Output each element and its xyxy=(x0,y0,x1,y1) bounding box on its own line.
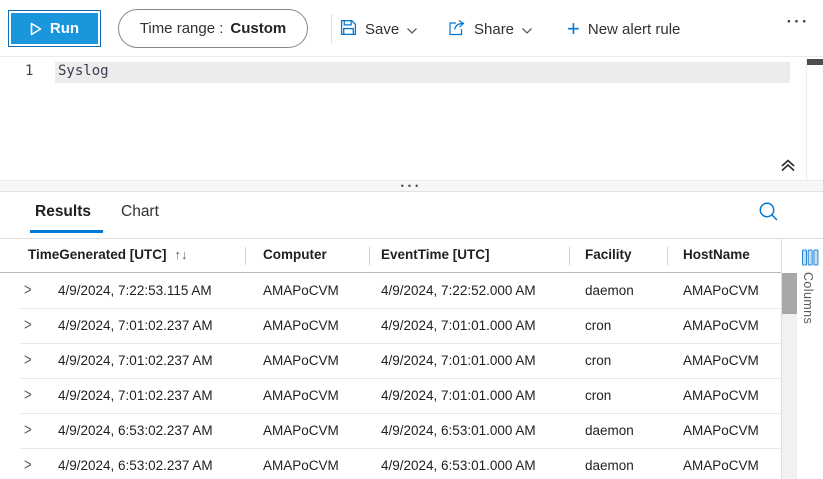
table-cell: AMAPoCVM xyxy=(263,423,339,438)
table-cell: AMAPoCVM xyxy=(683,318,759,333)
table-cell: daemon xyxy=(585,283,634,298)
table-cell: AMAPoCVM xyxy=(263,353,339,368)
column-header-computer[interactable]: Computer xyxy=(263,247,327,262)
new-alert-rule-label: New alert rule xyxy=(587,20,681,38)
table-cell: daemon xyxy=(585,458,634,473)
table-cell: 4/9/2024, 6:53:01.000 AM xyxy=(381,423,536,438)
table-scrollbar[interactable] xyxy=(782,273,797,479)
table-body: >4/9/2024, 7:22:53.115 AM AMAPoCVM 4/9/202… xyxy=(0,274,781,479)
plus-icon: + xyxy=(567,16,580,41)
column-divider xyxy=(245,247,246,265)
query-text[interactable]: Syslog xyxy=(58,63,109,79)
row-expander-icon[interactable]: > xyxy=(24,420,32,439)
column-header-hostname[interactable]: HostName xyxy=(683,247,750,262)
table-cell: AMAPoCVM xyxy=(263,283,339,298)
active-tab-indicator xyxy=(30,230,103,233)
share-button[interactable]: Share xyxy=(448,14,532,44)
row-expander-icon[interactable]: > xyxy=(24,315,32,334)
column-divider xyxy=(369,247,370,265)
table-cell: 4/9/2024, 7:01:01.000 AM xyxy=(381,318,536,333)
table-row[interactable]: >4/9/2024, 6:53:02.237 AM AMAPoCVM 4/9/202… xyxy=(20,414,781,449)
table-cell: 4/9/2024, 6:53:02.237 AM xyxy=(58,458,213,473)
chevron-down-icon xyxy=(522,21,532,38)
share-label: Share xyxy=(474,20,515,38)
column-header-eventtime[interactable]: EventTime [UTC] xyxy=(381,247,490,262)
time-range-picker[interactable]: Time range : Custom xyxy=(118,9,308,48)
resize-dots-icon: ••• xyxy=(400,181,423,191)
time-range-value: Custom xyxy=(230,20,287,37)
table-row[interactable]: >4/9/2024, 6:53:02.237 AM AMAPoCVM 4/9/202… xyxy=(20,449,781,479)
column-divider xyxy=(667,247,668,265)
table-cell: 4/9/2024, 7:22:53.115 AM xyxy=(58,283,212,298)
save-icon xyxy=(340,19,357,40)
table-cell: AMAPoCVM xyxy=(683,388,759,403)
run-button[interactable]: Run xyxy=(8,10,101,47)
table-scrollbar-thumb[interactable] xyxy=(782,273,797,314)
table-cell: 4/9/2024, 7:01:02.237 AM xyxy=(58,353,213,368)
table-row[interactable]: >4/9/2024, 7:01:02.237 AM AMAPoCVM 4/9/202… xyxy=(20,309,781,344)
column-divider xyxy=(569,247,570,265)
table-cell: AMAPoCVM xyxy=(683,458,759,473)
table-cell: 4/9/2024, 7:01:02.237 AM xyxy=(58,318,213,333)
table-cell: AMAPoCVM xyxy=(683,353,759,368)
column-header-facility[interactable]: Facility xyxy=(585,247,632,262)
table-row[interactable]: >4/9/2024, 7:01:02.237 AM AMAPoCVM 4/9/202… xyxy=(20,344,781,379)
tab-chart[interactable]: Chart xyxy=(121,203,159,221)
table-cell: 4/9/2024, 7:01:01.000 AM xyxy=(381,388,536,403)
columns-panel-label[interactable]: Columns xyxy=(801,272,815,324)
table-header-row: TimeGenerated [UTC] ↑↓ Computer EventTime… xyxy=(0,239,781,273)
table-row[interactable]: >4/9/2024, 7:01:02.237 AM AMAPoCVM 4/9/202… xyxy=(20,379,781,414)
table-row[interactable]: >4/9/2024, 7:22:53.115 AM AMAPoCVM 4/9/202… xyxy=(20,274,781,309)
collapse-editor-button[interactable] xyxy=(778,155,800,177)
new-alert-rule-button[interactable]: + New alert rule xyxy=(567,14,680,44)
row-expander-icon[interactable]: > xyxy=(24,455,32,474)
save-button[interactable]: Save xyxy=(340,14,418,44)
panel-resize-handle[interactable]: ••• xyxy=(0,180,823,192)
results-table: TimeGenerated [UTC] ↑↓ Computer EventTime… xyxy=(0,239,823,479)
table-cell: 4/9/2024, 7:22:52.000 AM xyxy=(381,283,536,298)
table-cell: 4/9/2024, 6:53:02.237 AM xyxy=(58,423,213,438)
time-range-label: Time range : xyxy=(139,20,224,37)
table-cell: daemon xyxy=(585,423,634,438)
column-header-timegenerated[interactable]: TimeGenerated [UTC] ↑↓ xyxy=(28,247,188,262)
table-cell: AMAPoCVM xyxy=(683,423,759,438)
table-cell: 4/9/2024, 6:53:01.000 AM xyxy=(381,458,536,473)
sort-icon: ↑↓ xyxy=(174,247,188,262)
table-cell: cron xyxy=(585,388,612,403)
table-cell: AMAPoCVM xyxy=(263,458,339,473)
line-number: 1 xyxy=(25,63,34,79)
columns-side-panel: Columns xyxy=(798,239,823,479)
search-icon[interactable] xyxy=(757,200,783,226)
table-cell: AMAPoCVM xyxy=(683,283,759,298)
play-icon xyxy=(30,22,42,36)
current-line-highlight xyxy=(55,62,790,83)
table-cell: cron xyxy=(585,353,612,368)
row-expander-icon[interactable]: > xyxy=(24,280,32,299)
editor-scrollbar[interactable] xyxy=(806,58,823,180)
table-cell: cron xyxy=(585,318,612,333)
table-cell: AMAPoCVM xyxy=(263,318,339,333)
row-expander-icon[interactable]: > xyxy=(24,350,32,369)
save-label: Save xyxy=(365,20,400,38)
table-cell: 4/9/2024, 7:01:02.237 AM xyxy=(58,388,213,403)
editor-scrollbar-thumb[interactable] xyxy=(807,59,823,65)
table-cell: AMAPoCVM xyxy=(263,388,339,403)
row-expander-icon[interactable]: > xyxy=(24,385,32,404)
run-label: Run xyxy=(49,20,80,37)
chevron-down-icon xyxy=(407,21,418,38)
toolbar: Run Time range : Custom Save Share + New… xyxy=(0,0,823,57)
toolbar-divider xyxy=(331,14,332,43)
tab-results[interactable]: Results xyxy=(35,203,91,221)
query-editor[interactable]: 1 Syslog xyxy=(0,58,823,180)
columns-icon[interactable] xyxy=(802,249,819,271)
share-icon xyxy=(448,19,466,40)
more-button[interactable]: ··· xyxy=(781,12,815,42)
table-cell: 4/9/2024, 7:01:01.000 AM xyxy=(381,353,536,368)
results-tabbar: Results Chart xyxy=(0,193,823,239)
